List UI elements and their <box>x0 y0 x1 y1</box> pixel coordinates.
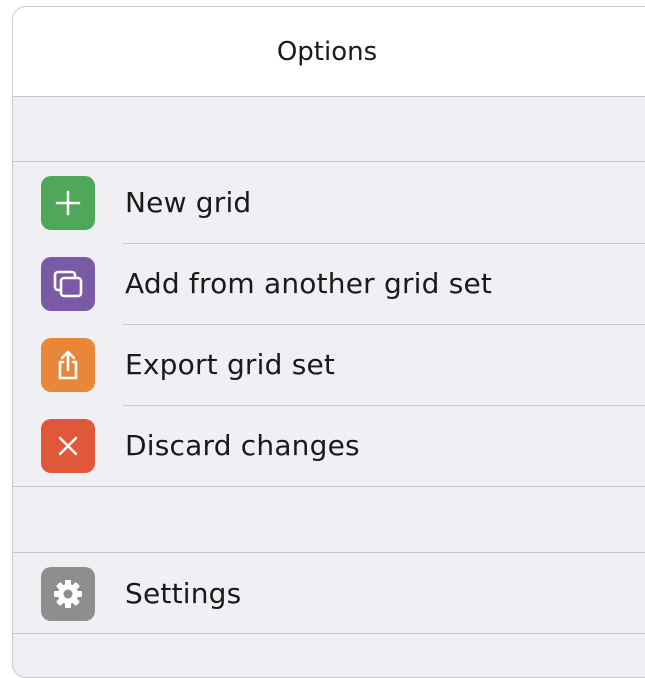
plus-icon <box>41 175 95 230</box>
menu-item-label: Add from another grid set <box>125 267 493 300</box>
menu-item-add-from-another-grid-set[interactable]: Add from another grid set <box>13 243 645 324</box>
page-title: Options <box>276 36 378 67</box>
menu-item-settings[interactable]: Settings <box>13 553 645 634</box>
gear-icon <box>41 566 95 621</box>
menu-item-discard-changes[interactable]: Discard changes <box>13 405 645 486</box>
copy-icon <box>41 256 95 311</box>
options-panel: Options New grid Add from another grid s… <box>12 6 645 678</box>
menu-item-label: Discard changes <box>125 429 360 462</box>
menu-item-label: Export grid set <box>125 348 336 381</box>
settings-menu: Settings <box>13 552 645 634</box>
menu-item-new-grid[interactable]: New grid <box>13 162 645 243</box>
menu-item-label: Settings <box>125 577 242 610</box>
menu-item-label: New grid <box>125 186 252 219</box>
share-icon <box>41 337 95 392</box>
options-menu: New grid Add from another grid set Expor… <box>13 161 645 487</box>
options-header: Options <box>13 7 645 97</box>
menu-item-export-grid-set[interactable]: Export grid set <box>13 324 645 405</box>
close-icon <box>41 418 95 473</box>
